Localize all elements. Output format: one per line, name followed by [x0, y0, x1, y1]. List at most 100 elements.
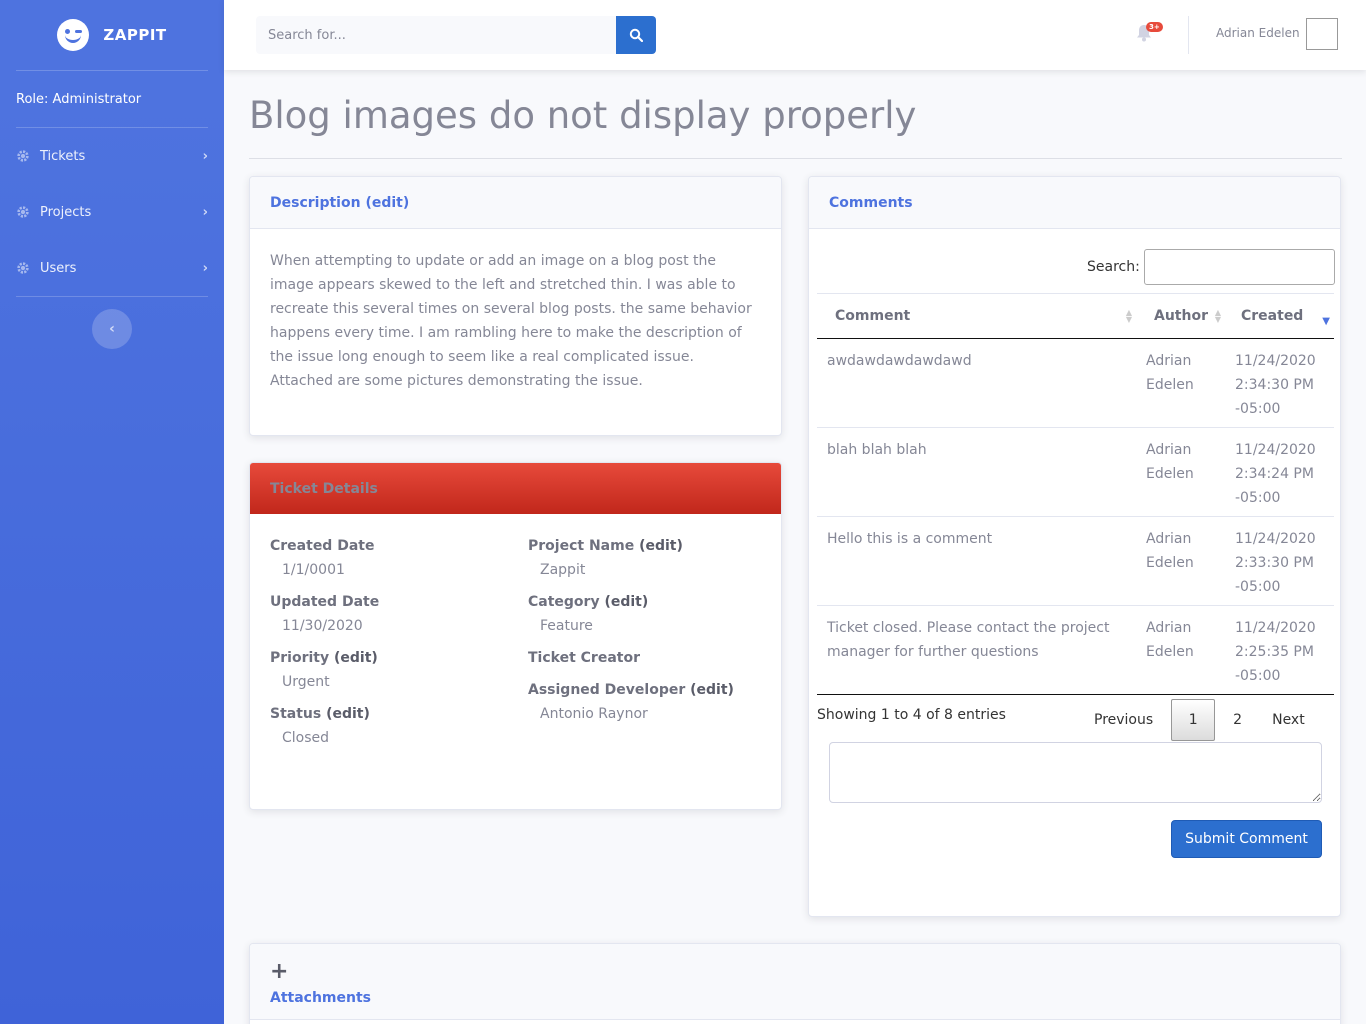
- search-icon: [629, 28, 643, 42]
- assigned-developer-field: Assigned Developer (edit) Antonio Raynor: [528, 678, 734, 726]
- updated-date-field: Updated Date 11/30/2020: [270, 590, 379, 638]
- field-value: Zappit: [540, 562, 586, 578]
- table-row: Hello this is a comment Adrian Edelen 11…: [817, 517, 1334, 606]
- avatar[interactable]: [1306, 18, 1338, 50]
- comments-heading: Comments: [809, 177, 1340, 229]
- column-header-author[interactable]: Author ▲ ▼: [1136, 294, 1225, 338]
- comment-cell: Hello this is a comment: [827, 531, 993, 547]
- field-label: Assigned Developer: [528, 682, 686, 698]
- comments-table: Comment ▲ ▼ Author ▲ ▼ Created ▼ awdawdawd…: [817, 293, 1334, 695]
- edit-developer-link[interactable]: (edit): [690, 682, 734, 698]
- search-bar: [256, 16, 656, 54]
- comment-cell: Ticket closed. Please contact the projec…: [827, 620, 1110, 660]
- field-value: Antonio Raynor: [540, 706, 648, 722]
- attachments-card: + Attachments: [249, 943, 1341, 1024]
- search-input[interactable]: [256, 16, 616, 54]
- field-label: Updated Date: [270, 594, 380, 610]
- user-name[interactable]: Adrian Edelen: [1216, 26, 1300, 40]
- previous-page-button[interactable]: Previous: [1082, 699, 1165, 741]
- sidebar-item-label: Projects: [40, 204, 92, 220]
- page-button-1[interactable]: 1: [1171, 699, 1216, 741]
- ticket-details-card: Ticket Details Created Date 1/1/0001 Upd…: [249, 462, 782, 810]
- edit-priority-link[interactable]: (edit): [334, 650, 378, 666]
- created-date-field: Created Date 1/1/0001: [270, 534, 374, 582]
- sidebar: ZAPPIT Role: Administrator Tickets › Pro…: [0, 0, 224, 1024]
- field-value: 11/30/2020: [282, 618, 363, 634]
- author-cell: Adrian Edelen: [1146, 531, 1194, 571]
- field-label: Ticket Creator: [528, 650, 640, 666]
- edit-project-link[interactable]: (edit): [639, 538, 683, 554]
- table-row: blah blah blah Adrian Edelen 11/24/2020 …: [817, 428, 1334, 517]
- created-cell: 11/24/2020 2:34:30 PM -05:00: [1235, 353, 1316, 417]
- topbar: 3+ Adrian Edelen: [224, 0, 1366, 70]
- edit-category-link[interactable]: (edit): [604, 594, 648, 610]
- sidebar-item-label: Tickets: [40, 148, 86, 164]
- author-cell: Adrian Edelen: [1146, 353, 1194, 393]
- search-button[interactable]: [616, 16, 656, 54]
- author-cell: Adrian Edelen: [1146, 620, 1194, 660]
- gear-icon: [17, 206, 29, 218]
- sidebar-divider: [16, 296, 208, 297]
- category-field: Category (edit) Feature: [528, 590, 648, 638]
- sidebar-item-projects[interactable]: Projects ›: [0, 184, 224, 240]
- field-label: Status: [270, 706, 322, 722]
- title-divider: [249, 158, 1342, 159]
- comments-search: Search:: [1087, 249, 1335, 285]
- brand[interactable]: ZAPPIT: [0, 0, 224, 70]
- comments-card: Comments Search: Comment ▲ ▼ Author ▲ ▼ Cr…: [808, 176, 1341, 917]
- sort-icon: ▲ ▼: [1125, 308, 1132, 324]
- description-heading: Description: [270, 194, 361, 211]
- table-row: awdawdawdawdawd Adrian Edelen 11/24/2020…: [817, 339, 1334, 428]
- ticket-details-heading: Ticket Details: [250, 463, 781, 514]
- edit-status-link[interactable]: (edit): [326, 706, 370, 722]
- chevron-right-icon: ›: [202, 148, 208, 164]
- description-header: Description (edit): [250, 177, 781, 229]
- field-value: Feature: [540, 618, 593, 634]
- add-attachment-button[interactable]: +: [270, 961, 1340, 983]
- author-cell: Adrian Edelen: [1146, 442, 1194, 482]
- sidebar-item-label: Users: [40, 260, 77, 276]
- table-row: Ticket closed. Please contact the projec…: [817, 606, 1334, 695]
- field-label: Created Date: [270, 538, 375, 554]
- field-label: Project Name: [528, 538, 635, 554]
- column-header-created[interactable]: Created ▼: [1225, 294, 1334, 338]
- search-label: Search:: [1087, 259, 1140, 275]
- brand-name: ZAPPIT: [103, 26, 167, 44]
- priority-field: Priority (edit) Urgent: [270, 646, 378, 694]
- edit-description-link[interactable]: (edit): [365, 195, 409, 211]
- page-button-2[interactable]: 2: [1221, 699, 1254, 741]
- role-label: Role: Administrator: [16, 91, 142, 107]
- gear-icon: [17, 150, 29, 162]
- sidebar-toggle-button[interactable]: ‹: [92, 309, 132, 349]
- chevron-right-icon: ›: [202, 204, 208, 220]
- wink-logo-icon: [57, 19, 90, 51]
- table-header: Comment ▲ ▼ Author ▲ ▼ Created ▼: [817, 293, 1334, 339]
- attachments-heading: Attachments: [270, 990, 372, 1006]
- sort-icon: ▲ ▼: [1214, 308, 1221, 324]
- status-field: Status (edit) Closed: [270, 702, 370, 750]
- field-label: Priority: [270, 650, 330, 666]
- field-value: Urgent: [282, 674, 330, 690]
- description-card: Description (edit) When attempting to up…: [249, 176, 782, 436]
- submit-comment-button[interactable]: Submit Comment: [1171, 820, 1322, 858]
- ticket-details-grid: Created Date 1/1/0001 Updated Date 11/30…: [250, 514, 781, 746]
- notifications-button[interactable]: 3+: [1136, 22, 1163, 46]
- field-value: Closed: [282, 730, 330, 746]
- sort-desc-icon: ▼: [1322, 316, 1330, 327]
- comment-cell: blah blah blah: [827, 442, 927, 458]
- project-name-field: Project Name (edit) Zappit: [528, 534, 683, 582]
- created-cell: 11/24/2020 2:33:30 PM -05:00: [1235, 531, 1316, 595]
- page-title: Blog images do not display properly: [249, 94, 917, 137]
- created-cell: 11/24/2020 2:34:24 PM -05:00: [1235, 442, 1316, 506]
- column-header-comment[interactable]: Comment ▲ ▼: [817, 294, 1136, 338]
- comment-cell: awdawdawdawdawd: [827, 353, 972, 369]
- ticket-creator-field: Ticket Creator: [528, 646, 640, 670]
- next-page-button[interactable]: Next: [1260, 699, 1317, 741]
- sidebar-item-users[interactable]: Users ›: [0, 240, 224, 296]
- sidebar-item-tickets[interactable]: Tickets ›: [0, 128, 224, 184]
- comment-textarea[interactable]: [829, 742, 1322, 803]
- notification-badge: 3+: [1146, 22, 1163, 32]
- description-text: When attempting to update or add an imag…: [270, 253, 752, 389]
- gear-icon: [17, 262, 29, 274]
- comments-search-input[interactable]: [1143, 249, 1335, 285]
